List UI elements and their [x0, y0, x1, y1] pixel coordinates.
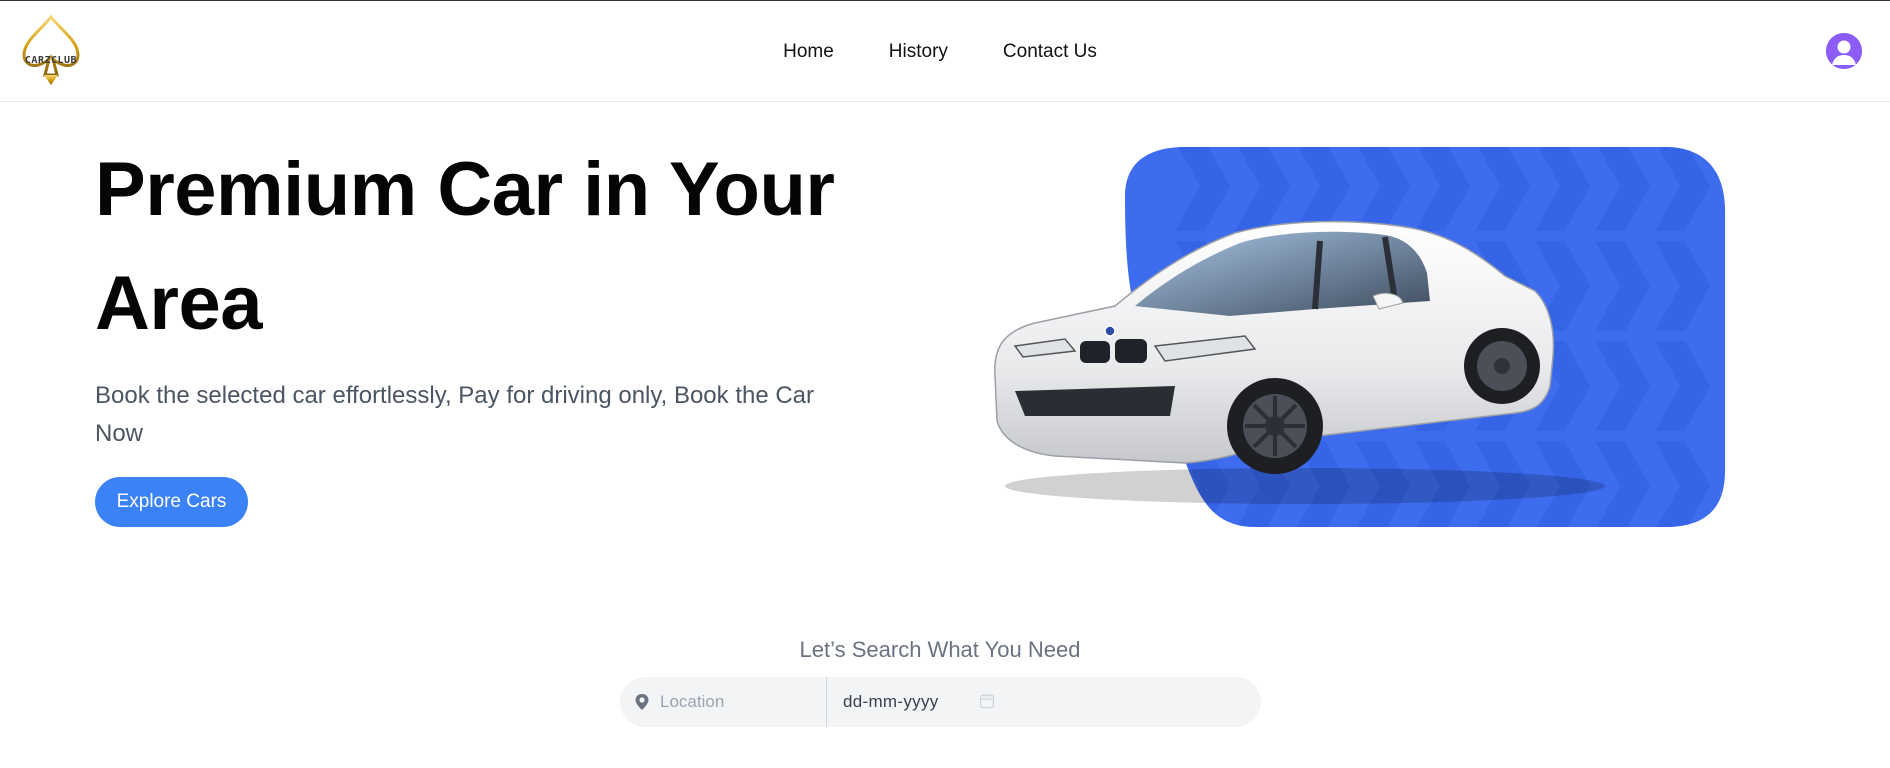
nav-link-home[interactable]: Home — [783, 41, 834, 63]
navbar: CARZCLUB Home History Contact Us — [0, 1, 1890, 102]
nav-link-contact-us[interactable]: Contact Us — [1003, 41, 1097, 63]
user-avatar-icon — [1826, 33, 1862, 69]
hero-title-line-1: Premium Car in Your — [95, 147, 835, 232]
date-input-value: dd-mm-yyyy — [843, 692, 939, 711]
page: CARZCLUB Home History Contact Us Premium… — [0, 0, 1890, 768]
hero-title: Premium Car in Your Area — [95, 133, 895, 361]
main-nav: Home History Contact Us — [0, 1, 1890, 102]
hero-title-line-2: Area — [95, 261, 263, 346]
hero-description: Book the selected car effortlessly, Pay … — [95, 382, 815, 447]
hero-car-image — [975, 141, 1735, 541]
search-heading: Let’s Search What You Need — [799, 637, 1081, 662]
map-pin-icon — [635, 694, 649, 710]
location-input[interactable] — [660, 677, 820, 727]
calendar-icon[interactable] — [979, 693, 995, 709]
location-field-wrapper — [620, 677, 827, 727]
date-field[interactable]: dd-mm-yyyy — [827, 677, 1261, 727]
explore-cars-button[interactable]: Explore Cars — [95, 477, 248, 527]
nav-link-history[interactable]: History — [889, 41, 948, 63]
user-avatar-button[interactable] — [1826, 33, 1862, 69]
car-illustration — [994, 147, 1725, 527]
search-bar: dd-mm-yyyy — [620, 677, 1261, 727]
